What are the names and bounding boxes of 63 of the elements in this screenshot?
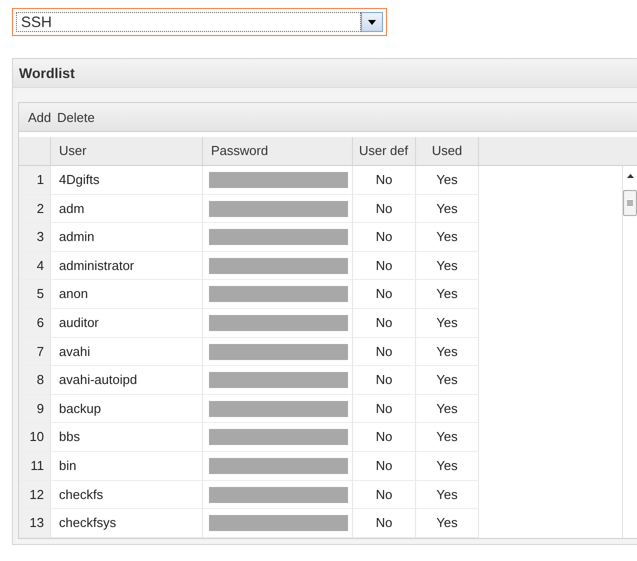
toolbar-button[interactable]: Add (28, 110, 52, 124)
row-number: 7 (19, 338, 51, 366)
table-cell: No (353, 366, 416, 395)
grip-icon (627, 200, 633, 206)
table-cell: Yes (416, 423, 479, 452)
protocol-dropdown[interactable]: SSH (12, 8, 387, 36)
table-cell: checkfsys (51, 509, 203, 538)
table-cell: No (353, 480, 416, 510)
table-cell: No (353, 166, 416, 195)
table-cell: Yes (416, 394, 479, 424)
table-cell: Yes (416, 166, 479, 195)
table-cell: anon (51, 280, 203, 309)
table-cell: admin (51, 223, 203, 252)
table-cell: No (353, 223, 416, 252)
row-number: 10 (19, 423, 51, 452)
row-number: 8 (19, 366, 51, 395)
table-cell: Yes (416, 480, 479, 510)
table-cell: No (353, 252, 416, 280)
column-header[interactable]: Used (416, 137, 479, 165)
table-cell: adm (51, 194, 203, 224)
row-number: 13 (19, 509, 51, 538)
table-cell: Yes (416, 452, 479, 481)
scrollbar-thumb[interactable] (623, 190, 637, 216)
table-cell: auditor (51, 308, 203, 338)
table-cell: Yes (416, 194, 479, 224)
row-number: 2 (19, 194, 51, 224)
column-header[interactable]: Password (203, 137, 353, 165)
table-cell: bin (51, 452, 203, 481)
table-cell: Yes (416, 308, 479, 338)
table-cell: administrator (51, 252, 203, 280)
table-cell: avahi (51, 338, 203, 366)
table-cell: No (353, 280, 416, 309)
table-cell: Yes (416, 366, 479, 395)
table-cell: checkfs (51, 480, 203, 510)
table-cell: Yes (416, 252, 479, 280)
scroll-up-arrow-icon[interactable] (626, 174, 634, 178)
dropdown-value: SSH (16, 12, 361, 32)
row-number: 1 (19, 166, 51, 195)
table-cell: bbs (51, 423, 203, 452)
table-cell: Yes (416, 280, 479, 309)
table-cell: No (353, 394, 416, 424)
table-cell: No (353, 194, 416, 224)
row-number: 12 (19, 480, 51, 510)
column-header[interactable]: User def (353, 137, 416, 165)
row-number: 3 (19, 223, 51, 252)
toolbar-button[interactable]: Delete (57, 110, 95, 124)
table-cell: No (353, 308, 416, 338)
table-cell: backup (51, 394, 203, 424)
table-cell: No (353, 338, 416, 366)
row-number: 9 (19, 394, 51, 424)
table-cell: Yes (416, 338, 479, 366)
table-cell: No (353, 509, 416, 538)
row-number: 5 (19, 280, 51, 309)
table-cell: 4Dgifts (51, 166, 203, 195)
table-cell: No (353, 423, 416, 452)
row-number: 11 (19, 452, 51, 481)
table-cell: No (353, 452, 416, 481)
table-cell: Yes (416, 223, 479, 252)
row-number: 4 (19, 252, 51, 280)
row-number: 6 (19, 308, 51, 338)
table-cell: Yes (416, 509, 479, 538)
table-cell: avahi-autoipd (51, 366, 203, 395)
column-header[interactable]: User (51, 137, 203, 165)
